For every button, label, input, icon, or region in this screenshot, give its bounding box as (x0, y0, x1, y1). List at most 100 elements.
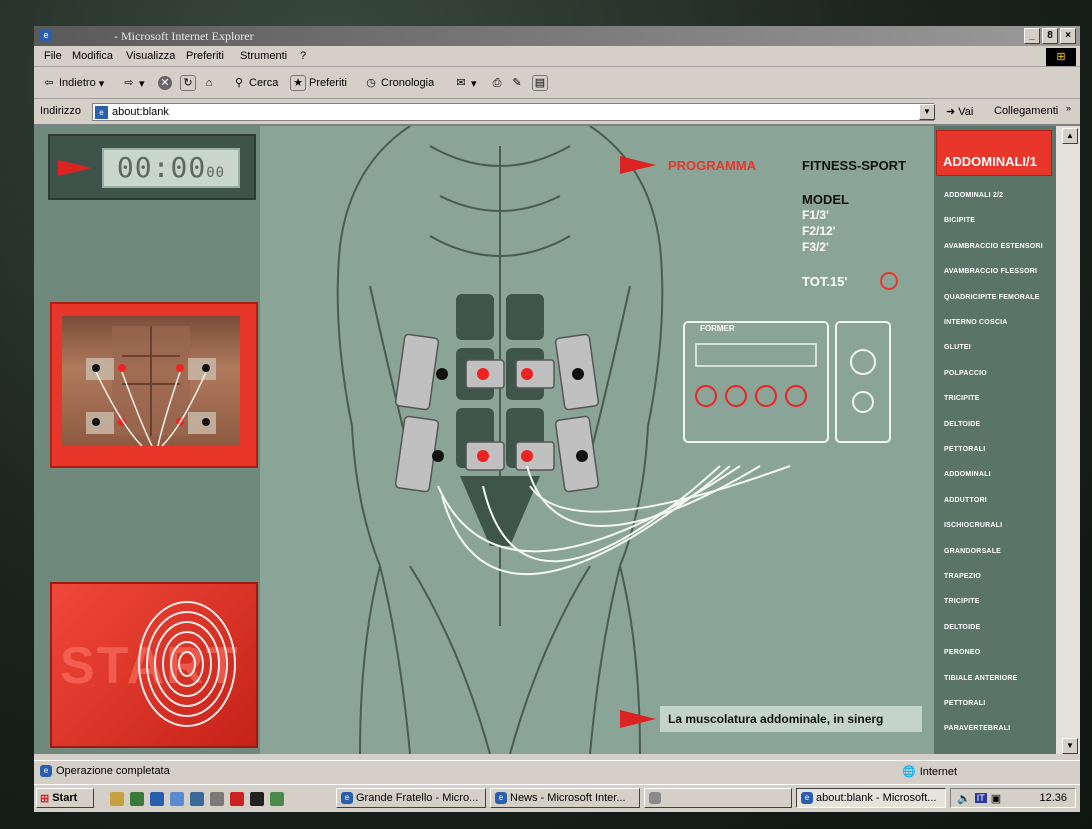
quicklaunch-folder-icon[interactable] (110, 792, 124, 806)
quicklaunch-explorer-icon[interactable] (210, 792, 224, 806)
search-button[interactable]: ⚲ Cerca (232, 74, 278, 92)
page-status-icon: e (40, 765, 52, 777)
print-button[interactable]: ⎙ (490, 74, 504, 92)
home-button[interactable]: ⌂ (202, 74, 216, 92)
program-menu-item[interactable]: GLUTEI (944, 344, 971, 351)
program-menu-item[interactable]: TIBIALE ANTERIORE (944, 675, 1018, 682)
timer-display: 00:0000 (102, 148, 240, 188)
program-menu-item[interactable]: ISCHIOCRURALI (944, 522, 1002, 529)
task-blank[interactable] (644, 788, 792, 808)
menu-visualizza[interactable]: Visualizza (126, 50, 175, 62)
program-menu-item[interactable]: AVAMBRACCIO FLESSORI (944, 268, 1037, 275)
start-menu-button[interactable]: ⊞ Start (36, 788, 94, 808)
window-controls: _ 8 × (1024, 28, 1076, 44)
discuss-button[interactable]: ▤ (532, 74, 548, 92)
go-label: Vai (958, 105, 974, 118)
quicklaunch-red-icon[interactable] (230, 792, 244, 806)
scroll-down-button[interactable]: ▼ (1062, 738, 1078, 754)
program-menu-item[interactable]: QUADRICIPITE FEMORALE (944, 294, 1040, 301)
program-menu-item[interactable]: ADDOMINALI (944, 471, 991, 478)
quicklaunch-dark-icon[interactable] (250, 792, 264, 806)
program-menu-item[interactable]: ADDUTTORI (944, 497, 987, 504)
quicklaunch-desktop-icon[interactable] (170, 792, 184, 806)
back-label: Indietro (59, 77, 96, 89)
program-menu-item[interactable]: PETTORALI (944, 446, 985, 453)
edit-button[interactable]: ✎ (510, 74, 524, 92)
language-icon[interactable]: IT (974, 793, 987, 803)
tray-clock: 12.36 (1039, 792, 1067, 804)
scroll-up-button[interactable]: ▲ (1062, 128, 1078, 144)
timer-arrow-icon (58, 160, 92, 176)
menu-preferiti[interactable]: Preferiti (186, 50, 224, 62)
fingerprint-icon (138, 601, 236, 727)
program-menu-item[interactable]: DELTOIDE (944, 421, 980, 428)
mail-button[interactable]: ✉ ▾ (454, 74, 476, 92)
search-icon: ⚲ (234, 77, 244, 89)
body-diagram-area: FORMER (260, 126, 934, 754)
maximize-button[interactable]: 8 (1042, 28, 1058, 44)
status-message: e Operazione completata (40, 765, 170, 777)
program-menu-active-item[interactable]: ADDOMINALI/1 (936, 130, 1052, 176)
address-input[interactable]: e about:blank (92, 103, 934, 121)
links-button[interactable]: Collegamenti (994, 105, 1058, 117)
model-line-3: F3/2' (802, 240, 829, 254)
address-dropdown-button[interactable]: ▼ (919, 104, 935, 120)
program-menu-item[interactable]: PARAVERTEBRALI (944, 725, 1010, 732)
program-menu-item[interactable]: AVAMBRACCIO ESTENSORI (944, 243, 1043, 250)
program-menu-item[interactable]: TRAPEZIO (944, 573, 981, 580)
program-menu-item[interactable]: ADDOMINALI 2/2 (944, 192, 1003, 199)
go-button[interactable]: ➜ Vai (946, 105, 974, 119)
program-menu-item[interactable]: POLPACCIO (944, 370, 987, 377)
status-bar: e Operazione completata 🌐 Internet (34, 760, 1080, 781)
quicklaunch-green-icon[interactable] (270, 792, 284, 806)
menu-help[interactable]: ? (300, 50, 306, 62)
abdomen-photo-image (62, 316, 240, 446)
address-label: Indirizzo (40, 105, 81, 117)
history-button[interactable]: ◷ Cronologia (364, 74, 434, 92)
go-arrow-icon: ➜ (946, 106, 956, 118)
program-menu-item[interactable]: DELTOIDE (944, 624, 980, 631)
program-menu-item[interactable]: PERONEO (944, 649, 980, 656)
address-bar: Indirizzo e about:blank ▼ ➜ Vai Collegam… (34, 100, 1080, 126)
favorites-button[interactable]: ★ Preferiti (290, 74, 347, 92)
task-label: about:blank - Microsoft... (816, 792, 937, 804)
quicklaunch-app-icon[interactable] (130, 792, 144, 806)
ie-icon: e (40, 29, 52, 41)
network-icon[interactable]: ▣ (991, 792, 1001, 805)
program-menu-item[interactable]: GRANDORSALE (944, 548, 1001, 555)
program-menu-item[interactable]: TRICIPITE (944, 395, 980, 402)
quicklaunch-media-icon[interactable] (190, 792, 204, 806)
menu-strumenti[interactable]: Strumenti (240, 50, 287, 62)
task-app-icon (649, 792, 661, 804)
stop-button[interactable]: ✕ (158, 74, 172, 92)
menu-modifica[interactable]: Modifica (72, 50, 113, 62)
program-menu-item[interactable]: BICIPITE (944, 217, 975, 224)
task-ie-icon: e (495, 792, 507, 804)
close-button[interactable]: × (1060, 28, 1076, 44)
program-menu-item[interactable]: INTERNO COSCIA (944, 319, 1007, 326)
task-grande-fratello[interactable]: e Grande Fratello - Micro... (336, 788, 486, 808)
minimize-button[interactable]: _ (1024, 28, 1040, 44)
program-menu-item[interactable]: TRICIPITE (944, 598, 980, 605)
quicklaunch-ie-icon[interactable] (150, 792, 164, 806)
program-menu: ADDOMINALI/1 ADDOMINALI 2/2 BICIPITE AVAMB… (934, 126, 1056, 754)
program-menu-item[interactable]: PETTORALI (944, 700, 985, 707)
vertical-scrollbar[interactable]: ▲ ▼ (1056, 126, 1080, 754)
task-news[interactable]: e News - Microsoft Inter... (490, 788, 640, 808)
task-about-blank[interactable]: e about:blank - Microsoft... (796, 788, 946, 808)
left-panel: 00:0000 START (34, 126, 260, 754)
refresh-button[interactable]: ↻ (180, 74, 196, 92)
menu-file[interactable]: File (44, 50, 62, 62)
back-button[interactable]: ⇦ Indietro ▾ (42, 74, 104, 92)
screen: e - Microsoft Internet Explorer _ 8 × Fi… (34, 26, 1080, 812)
links-chevron-icon[interactable]: » (1066, 103, 1071, 113)
start-menu-label: Start (52, 792, 78, 804)
back-arrow-icon: ⇦ (44, 77, 54, 89)
volume-icon[interactable]: 🔈 (957, 792, 971, 805)
body-outline-diagram (336, 126, 891, 754)
windows-logo-icon: ⊞ (1046, 48, 1076, 66)
forward-button[interactable]: ⇨ ▾ (122, 74, 144, 92)
favorites-label: Preferiti (309, 77, 347, 89)
start-button[interactable]: START (50, 582, 258, 748)
task-ie-icon: e (801, 792, 813, 804)
